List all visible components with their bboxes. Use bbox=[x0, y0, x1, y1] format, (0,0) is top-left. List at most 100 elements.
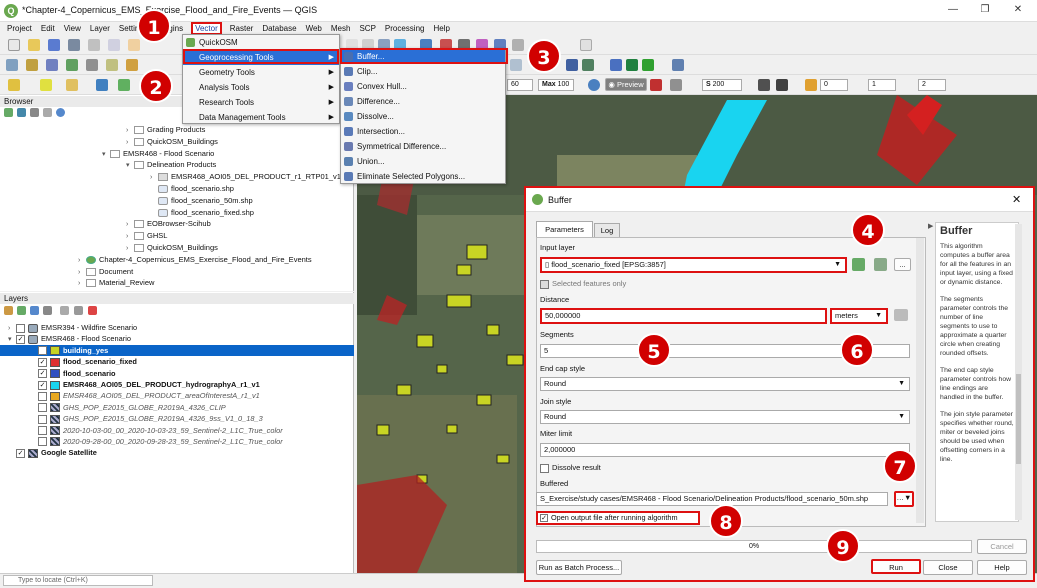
preview-button[interactable]: ◉ Preview bbox=[605, 78, 647, 91]
save-project-icon[interactable] bbox=[48, 39, 60, 51]
s-field[interactable]: S 200 bbox=[702, 79, 742, 91]
layer-row[interactable]: ✓ EMSR468_AOI05_DEL_PRODUCT_hydrographyA_… bbox=[0, 379, 354, 390]
layer-row[interactable]: GHS_POP_E2015_GLOBE_R2019A_4326_9ss_V1_0… bbox=[0, 413, 354, 424]
earth-icon[interactable] bbox=[626, 59, 638, 71]
layer-visibility-checkbox[interactable] bbox=[38, 437, 47, 447]
kml-icon[interactable] bbox=[776, 79, 788, 91]
vector-menu-item-research-tools[interactable]: Research Tools ▶ bbox=[183, 95, 339, 110]
selected-only-option[interactable]: Selected features only bbox=[540, 279, 626, 289]
layer-manager-icon[interactable] bbox=[6, 59, 18, 71]
locator-input[interactable]: Type to locate (Ctrl+K) bbox=[3, 575, 153, 586]
layer-visibility-checkbox[interactable]: ✓ bbox=[16, 334, 25, 344]
layer-row[interactable]: ✓ flood_scenario_fixed bbox=[0, 356, 354, 367]
vector-menu-item-geometry-tools[interactable]: Geometry Tools ▶ bbox=[183, 65, 339, 80]
layer-row[interactable]: ✓ flood_scenario bbox=[0, 368, 354, 379]
vector-menu-item-analysis-tools[interactable]: Analysis Tools ▶ bbox=[183, 80, 339, 95]
edit-icon[interactable] bbox=[106, 59, 118, 71]
globe-icon[interactable] bbox=[566, 59, 578, 71]
add-delimited-icon[interactable] bbox=[66, 59, 78, 71]
geoprocessing-item-union[interactable]: Union... bbox=[341, 154, 505, 169]
geoprocessing-item-intersection[interactable]: Intersection... bbox=[341, 124, 505, 139]
distance-input[interactable]: 50,000000 bbox=[540, 308, 827, 324]
pan-icon[interactable] bbox=[128, 39, 140, 51]
menu-edit[interactable]: Edit bbox=[40, 22, 56, 35]
tab-parameters[interactable]: Parameters bbox=[536, 221, 593, 237]
qgis-cloud-icon[interactable] bbox=[642, 59, 654, 71]
max-field[interactable]: Max 100 bbox=[538, 79, 574, 91]
batch-process-button[interactable]: Run as Batch Process... bbox=[536, 560, 622, 575]
dissolve-option[interactable]: Dissolve result bbox=[540, 463, 601, 473]
layer-visibility-checkbox[interactable]: ✓ bbox=[38, 380, 47, 390]
layer-visibility-checkbox[interactable] bbox=[38, 391, 47, 401]
output-file-input[interactable]: S_Exercise/study cases/EMSR468 - Flood S… bbox=[536, 492, 888, 506]
value-field-2[interactable]: 1 bbox=[868, 79, 896, 91]
value-field-3[interactable]: 2 bbox=[918, 79, 946, 91]
expand-help-icon[interactable]: ▶ bbox=[928, 222, 933, 230]
input-layer-select[interactable]: ▯ flood_scenario_fixed [EPSG:3857] ▼ bbox=[540, 257, 847, 273]
geoprocessing-item-convex-hull[interactable]: Convex Hull... bbox=[341, 79, 505, 94]
geoprocessing-item-difference[interactable]: Difference... bbox=[341, 94, 505, 109]
python-icon[interactable] bbox=[610, 59, 622, 71]
browser-item[interactable]: › EMSR468_AOI05_DEL_PRODUCT_r1_RTP01_v1_v… bbox=[0, 171, 377, 183]
data-defined-icon[interactable] bbox=[894, 309, 908, 321]
close-icon[interactable]: ✕ bbox=[1010, 3, 1026, 17]
layer-visibility-checkbox[interactable] bbox=[38, 414, 47, 424]
layout-manager-icon[interactable] bbox=[108, 39, 120, 51]
layer-group[interactable]: › EMSR394 - Wildfire Scenario bbox=[0, 322, 354, 333]
digitize-icon[interactable] bbox=[126, 59, 138, 71]
run-button[interactable]: Run bbox=[871, 559, 921, 574]
geoprocessing-item-eliminate-selected-polygons[interactable]: Eliminate Selected Polygons... bbox=[341, 169, 505, 184]
add-wms-icon[interactable] bbox=[86, 59, 98, 71]
style-icon[interactable] bbox=[4, 306, 13, 315]
print-layout-icon[interactable] bbox=[88, 39, 100, 51]
layer-visibility-checkbox[interactable] bbox=[16, 323, 25, 333]
menu-processing[interactable]: Processing bbox=[384, 22, 426, 35]
add-raster-icon[interactable] bbox=[46, 59, 58, 71]
browser-item[interactable]: flood_scenario.shp bbox=[0, 183, 354, 195]
help-scrollbar[interactable] bbox=[1015, 224, 1022, 520]
parameters-scrollbar[interactable] bbox=[916, 238, 924, 523]
locator-icon[interactable] bbox=[118, 79, 130, 91]
browser-item[interactable]: flood_scenario_fixed.shp bbox=[0, 207, 354, 219]
manage-map-themes-icon[interactable] bbox=[30, 306, 39, 315]
browser-item[interactable]: flood_scenario_50m.shp bbox=[0, 195, 354, 207]
db-icon[interactable] bbox=[758, 79, 770, 91]
browser-item[interactable]: › EOBrowser-Scihub bbox=[0, 218, 354, 230]
miter-input[interactable]: 2,000000 bbox=[540, 443, 910, 457]
browser-item[interactable]: › Grading Products bbox=[0, 124, 354, 136]
distance-unit-select[interactable]: meters ▼ bbox=[830, 308, 888, 324]
restore-icon[interactable]: ❐ bbox=[977, 3, 993, 17]
filter-icon[interactable] bbox=[96, 79, 108, 91]
open-project-icon[interactable] bbox=[28, 39, 40, 51]
close-button[interactable]: Close bbox=[923, 560, 973, 575]
vector-menu-item-data-management-tools[interactable]: Data Management Tools ▶ bbox=[183, 110, 339, 125]
remove-layer-icon[interactable] bbox=[88, 306, 97, 315]
help-button[interactable]: Help bbox=[977, 560, 1027, 575]
layer-row[interactable]: ✓ Google Satellite bbox=[0, 447, 354, 458]
end-cap-select[interactable]: Round ▼ bbox=[540, 377, 910, 391]
add-group-icon[interactable] bbox=[17, 306, 26, 315]
select-value-icon[interactable] bbox=[40, 79, 52, 91]
menu-view[interactable]: View bbox=[63, 22, 82, 35]
grid-icon[interactable] bbox=[805, 79, 817, 91]
layer-visibility-checkbox[interactable]: ✓ bbox=[38, 346, 47, 356]
browser-item[interactable]: › Chapter-4_Copernicus_EMS_Exercise_Flood… bbox=[0, 254, 354, 266]
wrench-icon[interactable] bbox=[874, 258, 887, 271]
refresh-plugin-icon[interactable] bbox=[582, 59, 594, 71]
menu-scp[interactable]: SCP bbox=[358, 22, 376, 35]
add-selected-icon[interactable] bbox=[4, 108, 13, 117]
layer-visibility-checkbox[interactable] bbox=[38, 426, 47, 436]
rgb-icon[interactable] bbox=[650, 79, 662, 91]
browser-item[interactable]: › QuickOSM_Buildings bbox=[0, 242, 354, 254]
refresh-icon[interactable] bbox=[17, 108, 26, 117]
browse-layer-button[interactable]: ... bbox=[894, 258, 911, 271]
layer-group[interactable]: ▾ ✓ EMSR468 - Flood Scenario bbox=[0, 333, 354, 344]
help-scrollbar-thumb[interactable] bbox=[1016, 374, 1021, 464]
browser-item[interactable]: ▾ EMSR468 - Flood Scenario bbox=[0, 148, 354, 160]
layer-visibility-checkbox[interactable] bbox=[38, 403, 47, 413]
browser-item[interactable]: ▾ Delineation Products bbox=[0, 159, 354, 171]
preview-search-icon[interactable] bbox=[588, 79, 600, 91]
chevron-right-icon[interactable]: › bbox=[78, 278, 86, 290]
dialog-close-icon[interactable]: ✕ bbox=[1012, 188, 1021, 212]
menu-help[interactable]: Help bbox=[432, 22, 450, 35]
